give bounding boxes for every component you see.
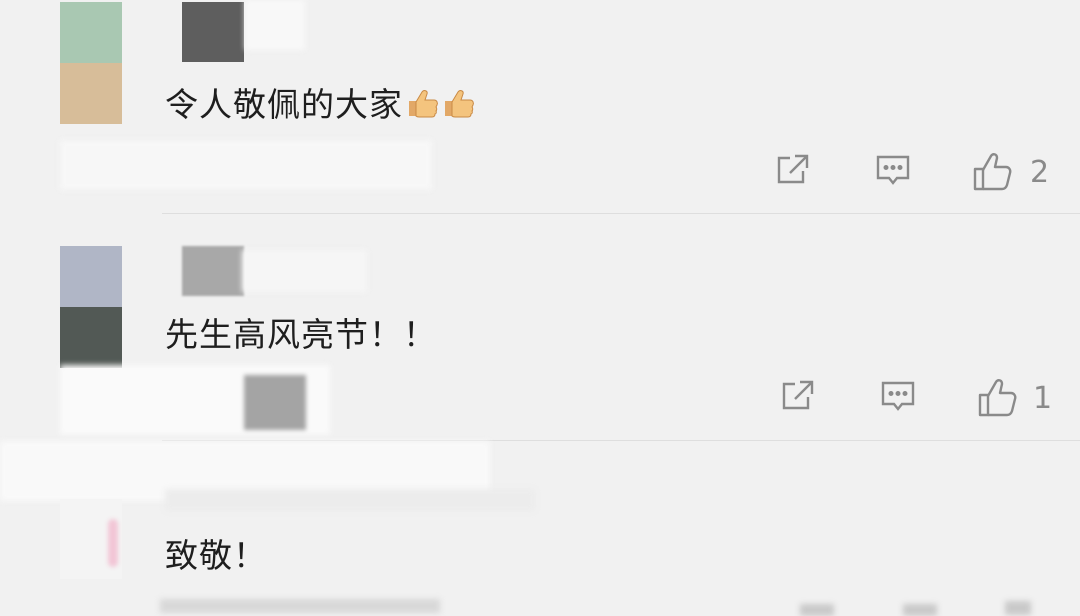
comment-text-content: 令人敬佩的大家: [165, 85, 403, 124]
share-icon: [777, 154, 809, 184]
username-redacted[interactable]: [182, 2, 244, 62]
thumbs-up-emoji: [445, 90, 474, 118]
comment-item: 致敬！: [0, 441, 1080, 616]
redaction-blur: [245, 0, 305, 50]
comment-item: 令人敬佩的大家 2: [0, 0, 1080, 215]
meta-redacted: [160, 599, 440, 613]
share-button[interactable]: [780, 378, 816, 414]
comment-text-content: 先生高风亮节！！: [165, 315, 437, 354]
avatar[interactable]: [60, 499, 122, 579]
reply-button[interactable]: [903, 604, 937, 616]
like-count: 1: [1033, 380, 1053, 416]
reply-button[interactable]: [880, 378, 916, 414]
avatar[interactable]: [60, 2, 122, 124]
username-redacted[interactable]: [165, 489, 535, 511]
like-button[interactable]: 2: [972, 152, 1049, 192]
redaction-blur: [242, 250, 367, 292]
share-icon: [782, 380, 814, 410]
comment-text-content: 致敬！: [165, 536, 267, 575]
comment-actions: 2: [0, 152, 1080, 192]
comment-item: 先生高风亮节！！ 1: [0, 215, 1080, 440]
divider: [162, 213, 1080, 214]
comment-icon: [876, 155, 910, 185]
reply-button[interactable]: [875, 152, 911, 188]
share-button[interactable]: [775, 152, 811, 188]
like-button[interactable]: 1: [977, 378, 1052, 418]
comment-text: 致敬！: [165, 529, 267, 577]
avatar[interactable]: [60, 246, 122, 368]
thumbs-up-icon: [978, 379, 1017, 417]
share-button[interactable]: [800, 604, 834, 616]
like-count: 2: [1030, 154, 1050, 190]
username-redacted[interactable]: [182, 246, 244, 296]
thumbs-up-icon: [973, 153, 1012, 191]
comment-text: 令人敬佩的大家: [165, 78, 475, 126]
comment-actions: 1: [0, 378, 1080, 418]
comment-text: 先生高风亮节！！: [165, 308, 437, 356]
comment-icon: [881, 381, 915, 411]
thumbs-up-emoji: [409, 90, 438, 118]
